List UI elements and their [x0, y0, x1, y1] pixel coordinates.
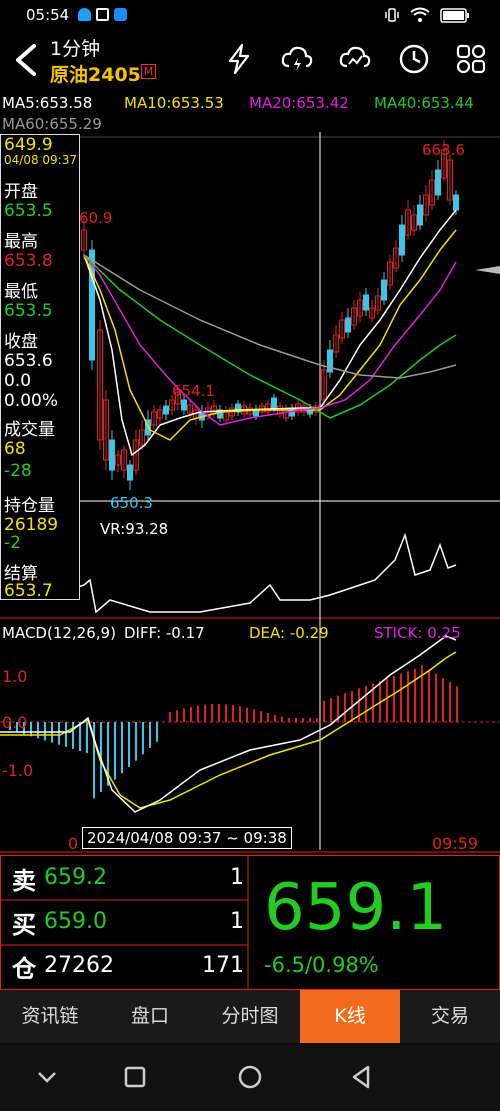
- candle-body: [363, 294, 369, 311]
- tab-news-chain[interactable]: 资讯链: [0, 990, 100, 1043]
- cursor-time-label: 2024/04/08 09:37 ~ 09:38: [82, 827, 292, 849]
- info-low-label: 最低: [4, 282, 38, 302]
- buy-row[interactable]: 买 659.0 1: [12, 901, 248, 943]
- macd-title: MACD(12,26,9): [2, 624, 116, 642]
- tab-trade[interactable]: 交易: [400, 990, 500, 1043]
- info-change: 0.0: [4, 371, 32, 391]
- quote-panel: 卖 659.2 1 买 659.0 1 仓 27262 171 659.1 -6…: [0, 855, 500, 990]
- candle-body: [109, 439, 115, 471]
- info-high: 653.8: [4, 251, 53, 271]
- info-close-label: 收盘: [4, 332, 38, 352]
- bottom-tabs: 资讯链 盘口 分时图 K线 交易: [0, 990, 500, 1043]
- mid-price-annotation: 654.1: [172, 382, 215, 400]
- info-low: 653.5: [4, 301, 53, 321]
- info-oi-label: 持仓量: [4, 496, 55, 516]
- left-price-annotation: 60.9: [79, 209, 113, 227]
- info-price: 649.9: [4, 135, 53, 155]
- buy-volume: 1: [230, 909, 244, 934]
- last-price: 659.1: [264, 871, 448, 945]
- candle-body: [399, 224, 405, 256]
- candle-body: [453, 194, 459, 211]
- candle-body: [163, 405, 169, 415]
- crosshair-info-box: 649.9 04/08 09:37 开盘 653.5 最高 653.8 最低 6…: [0, 134, 80, 601]
- tab-kline[interactable]: K线: [300, 990, 400, 1043]
- diff-line: [0, 635, 457, 813]
- vr-label: VR:93.28: [100, 520, 169, 538]
- candle-body: [127, 464, 133, 481]
- candle-body: [181, 399, 187, 411]
- info-close: 653.6: [4, 351, 53, 371]
- info-datetime: 04/08 09:37: [4, 153, 77, 167]
- candle-body: [417, 204, 423, 226]
- ma40-line: [83, 254, 457, 419]
- candle-body: [271, 397, 277, 409]
- info-volume: 68: [4, 439, 26, 459]
- ma20-line: [83, 254, 457, 426]
- axis-end-label: 09:59: [432, 834, 479, 853]
- ma60-line: [83, 254, 457, 379]
- macd-stick: STICK: 0.25: [374, 624, 461, 642]
- axis-start-label: 0: [68, 834, 79, 853]
- system-nav-bar: [0, 1043, 500, 1111]
- oi-diff: 171: [202, 953, 244, 978]
- macd-dea: DEA: -0.29: [249, 624, 329, 642]
- dea-line: [0, 651, 457, 809]
- sell-price: 659.2: [44, 865, 107, 890]
- buy-price: 659.0: [44, 909, 107, 934]
- candle-body: [381, 279, 387, 301]
- sell-row[interactable]: 卖 659.2 1: [12, 857, 248, 899]
- candle-body: [435, 169, 441, 196]
- buy-label: 买: [12, 911, 36, 939]
- info-oi-change: -2: [4, 533, 21, 553]
- info-oi: 26189: [4, 515, 59, 535]
- back-icon[interactable]: [348, 1063, 376, 1091]
- candle-body: [345, 317, 351, 333]
- info-volume-label: 成交量: [4, 420, 55, 440]
- sell-label: 卖: [12, 867, 36, 895]
- oi-label: 仓: [12, 955, 36, 983]
- macd-axis-bot: -1.0: [2, 761, 34, 780]
- high-price-annotation: 663.6: [422, 141, 465, 159]
- macd-axis-top: 1.0: [2, 667, 28, 686]
- info-volume-change: -28: [4, 461, 32, 481]
- info-open: 653.5: [4, 201, 53, 221]
- chevron-down-icon[interactable]: [33, 1063, 61, 1091]
- info-high-label: 最高: [4, 232, 38, 252]
- macd-axis-mid: 0.0: [2, 713, 28, 732]
- home-icon[interactable]: [236, 1063, 264, 1091]
- sell-volume: 1: [230, 865, 244, 890]
- recents-icon[interactable]: [121, 1063, 149, 1091]
- info-open-label: 开盘: [4, 182, 38, 202]
- price-change: -6.5/0.98%: [264, 953, 379, 977]
- low-price-annotation: 650.3: [110, 494, 153, 512]
- tab-intraday[interactable]: 分时图: [200, 990, 300, 1043]
- tab-order-book[interactable]: 盘口: [100, 990, 200, 1043]
- price-pointer: [475, 266, 500, 274]
- info-settle: 653.7: [4, 581, 53, 601]
- open-interest-row: 仓 27262 171: [12, 945, 248, 987]
- macd-diff: DIFF: -0.17: [124, 624, 205, 642]
- info-change-pct: 0.00%: [4, 391, 59, 411]
- oi-value: 27262: [44, 953, 114, 978]
